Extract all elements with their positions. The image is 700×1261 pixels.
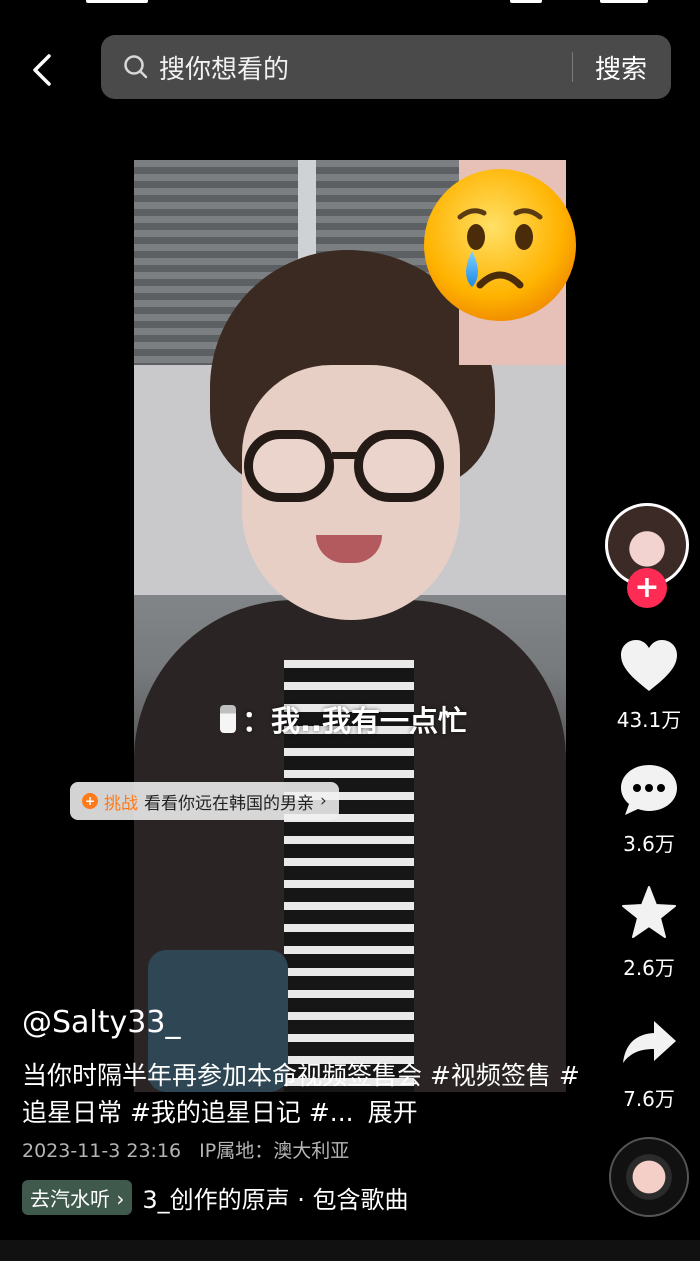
chevron-left-icon bbox=[33, 54, 51, 86]
glasses-left-lens bbox=[244, 430, 334, 502]
search-icon bbox=[123, 52, 153, 82]
star-icon bbox=[622, 886, 676, 938]
glasses-right-lens bbox=[354, 430, 444, 502]
search-input[interactable]: 搜你想看的 bbox=[159, 49, 572, 86]
comment-icon bbox=[621, 765, 677, 815]
challenge-text: 看看你远在韩国的男亲 bbox=[144, 793, 314, 814]
chevron-right-icon: › bbox=[320, 791, 327, 811]
favorite-button[interactable] bbox=[617, 882, 681, 942]
video-subtitle-text: ：我..我有一点忙 bbox=[242, 704, 468, 738]
favorite-count: 2.6万 bbox=[623, 956, 675, 980]
battery-icon bbox=[600, 0, 648, 3]
status-time-fragment bbox=[86, 0, 148, 3]
comment-count: 3.6万 bbox=[623, 832, 675, 856]
author-handle[interactable]: @Salty33_ bbox=[22, 1005, 180, 1040]
heart-icon bbox=[621, 640, 677, 691]
background-pole bbox=[298, 160, 316, 260]
share-button[interactable] bbox=[617, 1012, 681, 1072]
challenge-chip[interactable]: + 挑战 看看你远在韩国的男亲 › bbox=[70, 782, 339, 820]
salt-shaker-icon bbox=[220, 705, 236, 733]
signal-icon bbox=[510, 0, 542, 3]
status-bar bbox=[0, 0, 700, 8]
open-music-app-button[interactable]: 去汽水听 › bbox=[22, 1180, 133, 1215]
bottom-edge bbox=[0, 1240, 700, 1261]
post-date: 2023-11-3 23:16 bbox=[22, 1140, 182, 1162]
comment-button[interactable] bbox=[617, 760, 681, 820]
search-bar[interactable]: 搜你想看的 搜索 bbox=[101, 35, 671, 99]
video-subtitle: ：我..我有一点忙 bbox=[220, 698, 467, 740]
challenge-plus-icon: + bbox=[82, 793, 98, 809]
glasses-bridge bbox=[332, 452, 358, 459]
music-disc[interactable] bbox=[609, 1137, 689, 1217]
music-row[interactable]: 去汽水听 › 3_创作的原声 · 包含歌曲 bbox=[22, 1180, 422, 1215]
challenge-tag: 挑战 bbox=[104, 793, 138, 814]
music-track-title[interactable]: 3_创作的原声 · 包含歌曲 bbox=[142, 1180, 422, 1215]
search-button[interactable]: 搜索 bbox=[595, 49, 647, 86]
search-divider bbox=[571, 52, 573, 82]
follow-button[interactable]: + bbox=[627, 568, 667, 608]
back-button[interactable] bbox=[22, 50, 62, 90]
expand-button[interactable]: 展开 bbox=[368, 1098, 418, 1127]
post-meta: 2023-11-3 23:16 IP属地：澳大利亚 bbox=[22, 1136, 349, 1163]
share-count: 7.6万 bbox=[623, 1087, 675, 1111]
crying-face-icon bbox=[424, 169, 576, 321]
like-count: 43.1万 bbox=[616, 708, 682, 732]
like-button[interactable] bbox=[617, 636, 681, 696]
share-arrow-icon bbox=[623, 1021, 676, 1063]
post-description: 当你时隔半年再参加本命视频签售会 #视频签售 #追星日常 #我的追星日记 #..… bbox=[22, 1057, 582, 1131]
post-description-text: 当你时隔半年再参加本命视频签售会 #视频签售 #追星日常 #我的追星日记 #..… bbox=[22, 1061, 580, 1127]
ip-location: IP属地：澳大利亚 bbox=[199, 1140, 350, 1162]
